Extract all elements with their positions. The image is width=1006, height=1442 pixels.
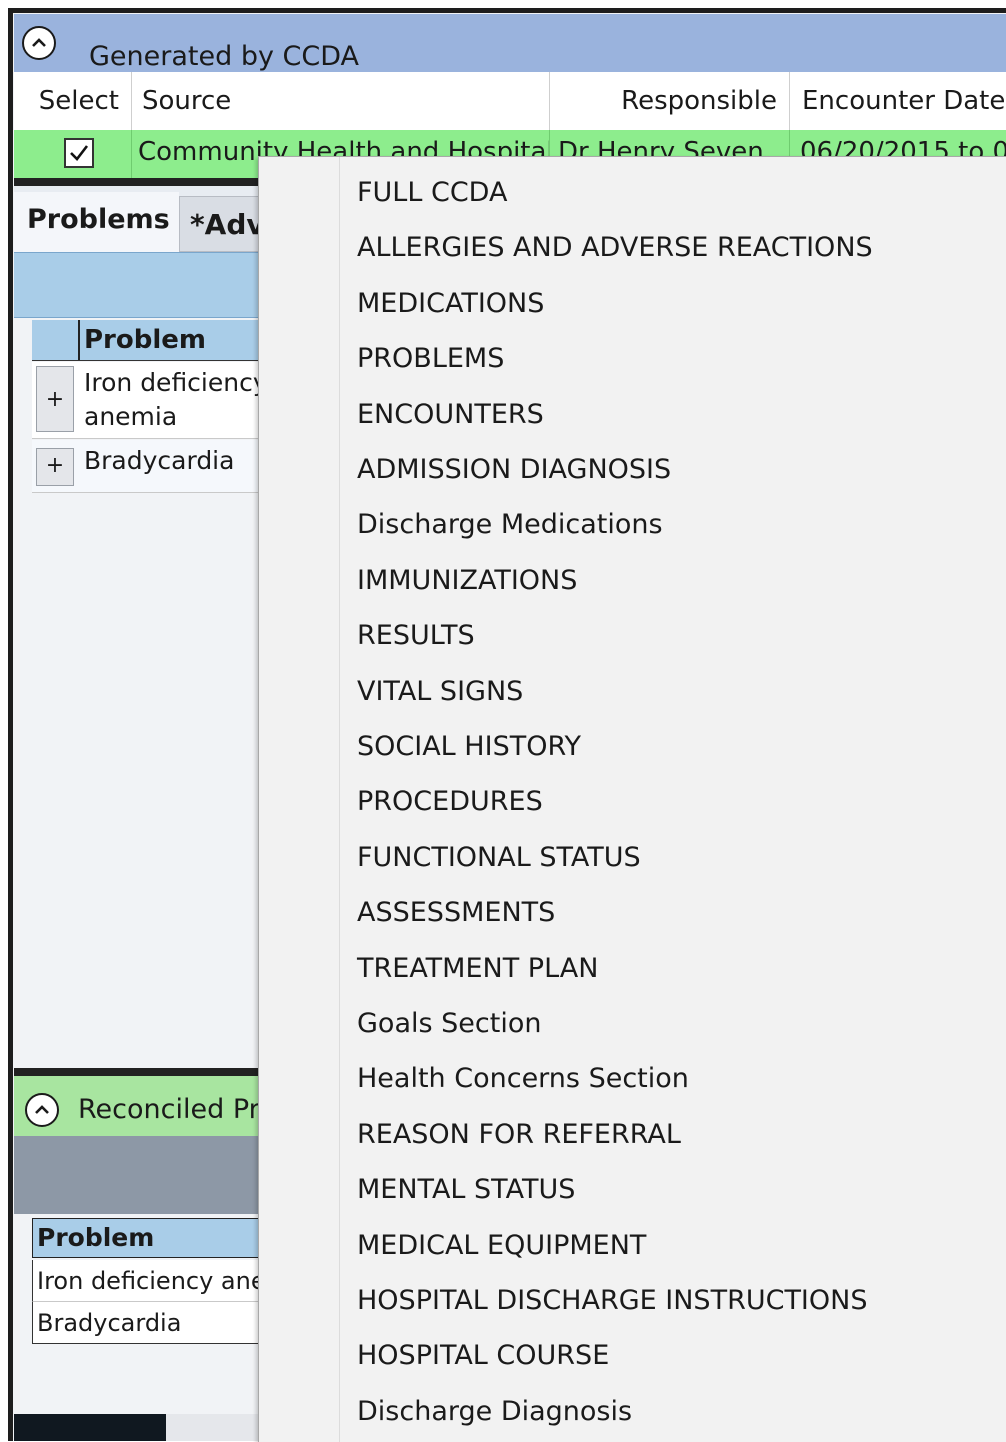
collapse-ccda-button[interactable]	[22, 26, 56, 60]
table-row[interactable]: Iron deficiency ane	[32, 1260, 272, 1302]
ccda-group-header: Generated by CCDA	[14, 14, 1006, 73]
menu-item-admission-diagnosis[interactable]: ADMISSION DIAGNOSIS	[357, 442, 671, 497]
menu-item-encounters[interactable]: ENCOUNTERS	[357, 387, 544, 442]
row-header-cell	[32, 320, 80, 360]
column-header-responsible-party[interactable]: Responsible Party	[550, 72, 790, 174]
table-row[interactable]: + Iron deficiency anemia	[32, 362, 272, 439]
table-row[interactable]: Bradycardia	[32, 1302, 272, 1344]
column-header-encounter-date[interactable]: Encounter Date	[790, 72, 1006, 130]
reconciled-problem-column-header[interactable]: Problem	[37, 1219, 154, 1257]
problem-text-line: Iron deficiency	[84, 368, 268, 397]
menu-item-allergies[interactable]: ALLERGIES AND ADVERSE REACTIONS	[357, 220, 873, 275]
select-checkbox[interactable]	[64, 138, 94, 168]
tab-adverse[interactable]: *Adv	[179, 196, 269, 252]
menu-item-medications[interactable]: MEDICATIONS	[357, 276, 544, 331]
reconciled-group-title: Reconciled Pr	[78, 1094, 260, 1125]
column-header-select[interactable]: Select	[14, 72, 132, 130]
expand-row-button[interactable]: +	[36, 366, 74, 432]
problem-text-line: anemia	[84, 402, 178, 431]
chevron-up-icon	[35, 1105, 49, 1114]
problem-column-header[interactable]: Problem	[84, 320, 206, 360]
menu-item-vital-signs[interactable]: VITAL SIGNS	[357, 664, 523, 719]
menu-item-discharge-medications[interactable]: Discharge Medications	[357, 497, 663, 552]
bottom-bar	[14, 1414, 166, 1441]
menu-item-goals-section[interactable]: Goals Section	[357, 996, 541, 1051]
menu-item-treatment-plan[interactable]: TREATMENT PLAN	[357, 941, 598, 996]
menu-item-functional-status[interactable]: FUNCTIONAL STATUS	[357, 830, 641, 885]
menu-item-hospital-discharge-instructions[interactable]: HOSPITAL DISCHARGE INSTRUCTIONS	[357, 1273, 867, 1328]
menu-item-social-history[interactable]: SOCIAL HISTORY	[357, 719, 581, 774]
expand-row-button[interactable]: +	[36, 448, 74, 486]
problem-grid-header: Problem	[32, 320, 272, 361]
menu-item-assessments[interactable]: ASSESSMENTS	[357, 885, 555, 940]
menu-item-reason-for-referral[interactable]: REASON FOR REFERRAL	[357, 1107, 681, 1162]
problem-cell: Bradycardia	[84, 446, 235, 475]
reconciled-group-band	[14, 1136, 274, 1214]
menu-icon-gutter	[259, 157, 340, 1442]
reconciled-problem-cell: Iron deficiency ane	[37, 1267, 266, 1295]
menu-item-health-concerns[interactable]: Health Concerns Section	[357, 1051, 689, 1106]
menu-item-problems[interactable]: PROBLEMS	[357, 331, 504, 386]
table-row[interactable]: + Bradycardia	[32, 440, 272, 493]
context-menu: FULL CCDA ALLERGIES AND ADVERSE REACTION…	[258, 156, 1006, 1442]
ccda-column-header-row: Select Source Responsible Party Encounte…	[14, 72, 1006, 174]
grid-group-band	[14, 252, 274, 318]
ccda-group-title: Generated by CCDA	[89, 41, 360, 72]
reconciled-problem-cell: Bradycardia	[37, 1309, 182, 1337]
menu-item-hospital-course[interactable]: HOSPITAL COURSE	[357, 1328, 609, 1383]
menu-item-immunizations[interactable]: IMMUNIZATIONS	[357, 553, 577, 608]
menu-item-full-ccda[interactable]: FULL CCDA	[357, 165, 507, 220]
tab-problems[interactable]: Problems	[14, 192, 179, 252]
menu-item-discharge-diagnosis[interactable]: Discharge Diagnosis	[357, 1384, 632, 1439]
bottom-scroll-area	[166, 1414, 266, 1441]
check-icon	[70, 145, 89, 161]
collapse-reconciled-button[interactable]	[25, 1093, 59, 1127]
menu-item-mental-status[interactable]: MENTAL STATUS	[357, 1162, 575, 1217]
column-header-source[interactable]: Source	[132, 72, 550, 130]
menu-item-medical-equipment[interactable]: MEDICAL EQUIPMENT	[357, 1218, 646, 1273]
menu-item-procedures[interactable]: PROCEDURES	[357, 774, 543, 829]
section-divider	[14, 178, 274, 186]
menu-item-results[interactable]: RESULTS	[357, 608, 475, 663]
chevron-up-icon	[32, 38, 46, 47]
section-divider	[14, 1068, 274, 1076]
reconciled-grid-header: Problem	[32, 1218, 272, 1258]
problem-cell: Iron deficiency anemia	[84, 366, 268, 434]
